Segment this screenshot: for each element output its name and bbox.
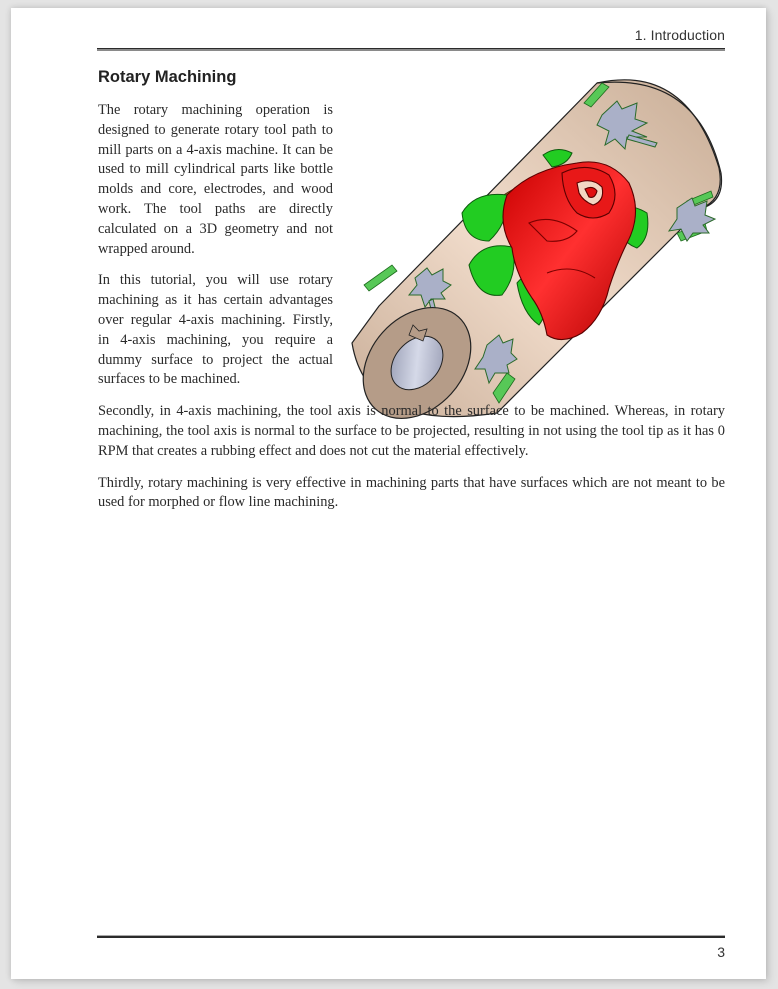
rotary-part-figure [347, 73, 739, 420]
running-header-chapter: 1. Introduction [634, 27, 725, 43]
header-rule [97, 48, 725, 51]
footer-rule [97, 935, 725, 938]
document-page: 1. Introduction Rotary Machining The rot… [11, 8, 766, 979]
paragraph-3: Secondly, in 4-axis machining, the tool … [98, 403, 725, 459]
body-text: The rotary machining operation is design… [98, 79, 725, 525]
section-title: Rotary Machining [98, 68, 237, 86]
paragraph-4: Thirdly, rotary machining is very effect… [98, 474, 725, 511]
rotary-part-illustration [351, 79, 723, 420]
page-number: 3 [717, 944, 725, 960]
